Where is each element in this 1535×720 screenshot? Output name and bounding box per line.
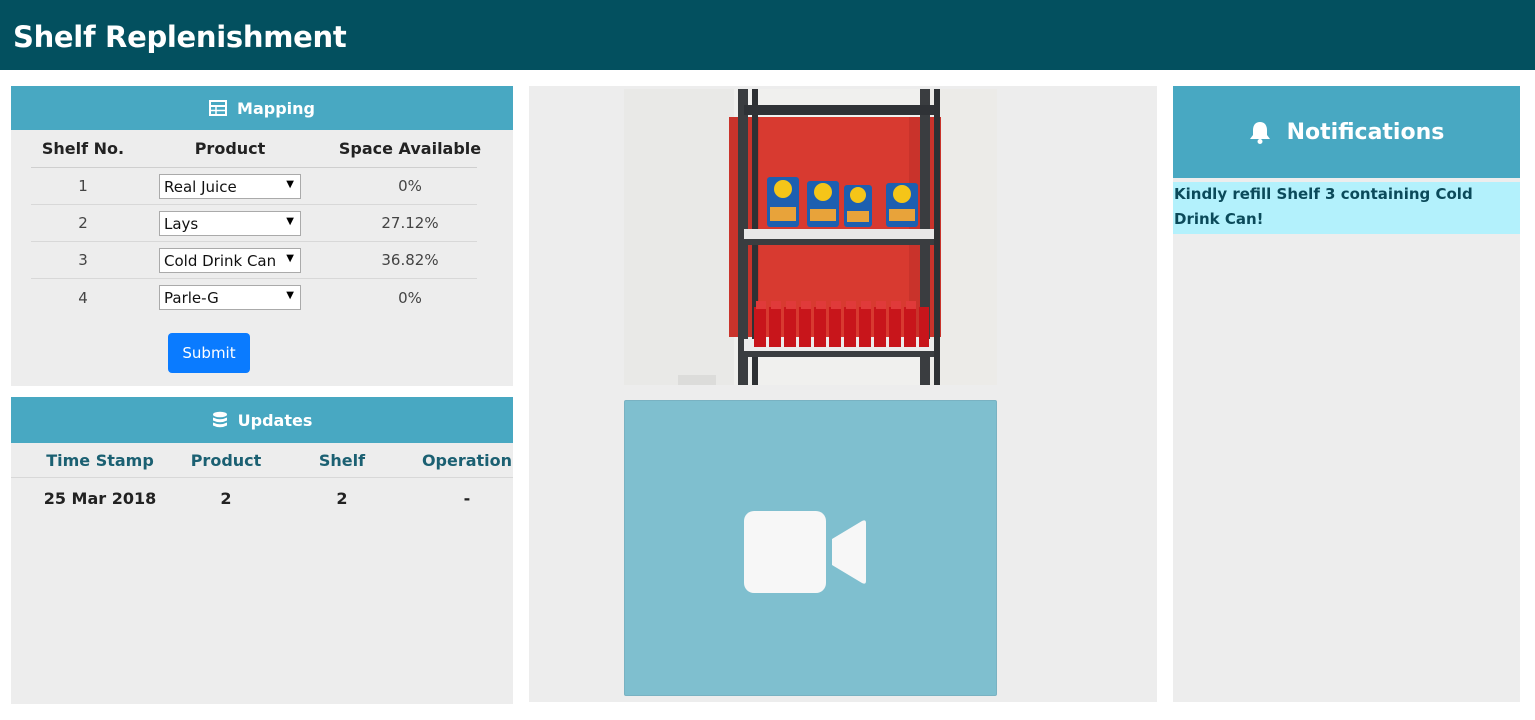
product-select-value: Cold Drink Can — [164, 251, 277, 270]
shelf-camera-image — [624, 89, 997, 385]
notifications-title: Notifications — [1286, 119, 1445, 145]
shelf-number: 1 — [78, 177, 88, 195]
caret-down-icon: ▼ — [286, 216, 294, 227]
space-available: 36.82% — [381, 251, 439, 269]
notification-item: Kindly refill Shelf 3 containing Cold Dr… — [1173, 182, 1520, 234]
updates-panel-header: Updates — [11, 397, 513, 443]
camera-panel — [529, 86, 1157, 702]
table-row: 3 Cold Drink Can ▼ 36.82% — [31, 242, 477, 279]
mapping-title: Mapping — [237, 98, 315, 118]
page-title: Shelf Replenishment — [13, 20, 347, 54]
space-available: 0% — [398, 288, 422, 307]
space-available: 0% — [398, 177, 422, 195]
notifications-header: Notifications — [1173, 86, 1520, 178]
database-icon — [212, 411, 228, 429]
shelf-number: 2 — [78, 214, 88, 232]
caret-down-icon: ▼ — [286, 179, 294, 190]
updates-table-header: Time Stamp Product Shelf Operation — [11, 443, 513, 478]
update-timestamp: 25 Mar 2018 — [43, 488, 157, 508]
shelf-number: 3 — [78, 251, 88, 269]
col-space-available: Space Available — [338, 139, 482, 158]
bell-icon — [1249, 120, 1271, 144]
col-shelf-no: Shelf No. — [41, 139, 125, 158]
table-row: 2 Lays ▼ 27.12% — [31, 205, 477, 242]
mapping-table-header: Shelf No. Product Space Available — [31, 130, 481, 168]
col-product: Product — [194, 139, 266, 158]
table-row: 4 Parle-G ▼ 0% — [31, 279, 477, 316]
product-select-value: Parle-G — [164, 288, 219, 307]
caret-down-icon: ▼ — [286, 253, 294, 264]
col-time-stamp: Time Stamp — [46, 450, 154, 470]
shelf-number: 4 — [78, 288, 88, 307]
product-select[interactable]: Cold Drink Can ▼ — [159, 248, 301, 273]
caret-down-icon: ▼ — [286, 290, 294, 301]
col-product: Product — [190, 450, 262, 470]
update-operation: - — [463, 488, 471, 508]
table-row: 25 Mar 2018 2 2 - — [11, 479, 513, 517]
update-product: 2 — [220, 488, 232, 508]
space-available: 27.12% — [381, 214, 439, 232]
table-icon — [209, 100, 228, 116]
notifications-panel: Notifications Kindly refill Shelf 3 cont… — [1173, 86, 1520, 702]
submit-button[interactable]: Submit — [168, 333, 250, 373]
updates-panel: Updates Time Stamp Product Shelf Operati… — [11, 397, 513, 704]
product-select-value: Real Juice — [164, 177, 237, 196]
table-row: 1 Real Juice ▼ 0% — [31, 168, 477, 205]
col-shelf: Shelf — [318, 450, 366, 470]
product-select[interactable]: Parle-G ▼ — [159, 285, 301, 310]
product-select-value: Lays — [164, 214, 199, 233]
product-select[interactable]: Real Juice ▼ — [159, 174, 301, 199]
product-select[interactable]: Lays ▼ — [159, 211, 301, 236]
mapping-panel: Mapping Shelf No. Product Space Availabl… — [11, 86, 513, 386]
update-shelf: 2 — [336, 488, 348, 508]
mapping-panel-header: Mapping — [11, 86, 513, 130]
app-header: Shelf Replenishment — [0, 0, 1535, 70]
col-operation: Operation — [421, 450, 513, 470]
updates-title: Updates — [237, 410, 313, 430]
video-camera-icon — [744, 511, 866, 593]
video-feed[interactable] — [624, 400, 997, 696]
